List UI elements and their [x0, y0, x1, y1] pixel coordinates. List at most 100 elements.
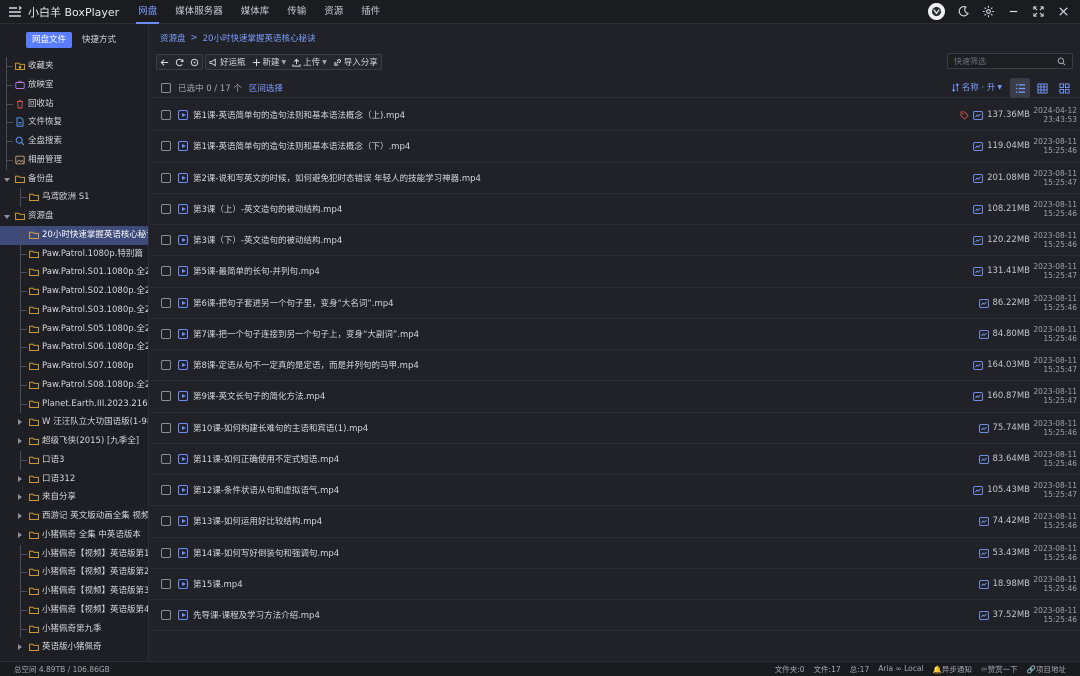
file-row[interactable]: 第7课-把一个句子连接到另一个句子上，变身“大副词”.mp4 84.80MB 202…	[150, 319, 1080, 350]
subtitle-icon[interactable]	[978, 611, 989, 620]
download-engine[interactable]: Aria ∞ Local	[878, 664, 923, 675]
sidebar-tree-item[interactable]: Paw.Patrol.S07.1080p	[0, 357, 148, 376]
sidebar-tree-item[interactable]: 小猪佩奇【视频】英语版第3季	[0, 582, 148, 601]
filter-input[interactable]	[954, 56, 1054, 66]
subtitle-icon[interactable]	[973, 173, 983, 183]
sidebar-tree-item[interactable]: 放映室	[0, 75, 148, 95]
tab-shortcuts[interactable]: 快捷方式	[76, 32, 122, 48]
grid-view-button[interactable]	[1032, 78, 1052, 98]
sidebar-tree-item[interactable]: Paw.Patrol.S03.1080p.全26集	[0, 300, 148, 320]
chevron-right-icon[interactable]	[18, 494, 22, 501]
row-checkbox[interactable]	[161, 547, 171, 558]
subtitle-icon[interactable]	[978, 423, 989, 433]
moon-icon[interactable]	[952, 1, 974, 23]
subtitle-icon[interactable]	[973, 204, 983, 214]
sidebar-tree-item[interactable]: 小猪佩奇【视频】英语版第2季	[0, 563, 148, 582]
subtitle-icon[interactable]	[973, 111, 983, 120]
file-row[interactable]: 第1课-英语简单句的造句法则和基本语法概念（上).mp4 137.36MB 2024…	[150, 100, 1080, 132]
row-checkbox[interactable]	[161, 328, 171, 339]
thumbnail-view-button[interactable]	[1054, 78, 1074, 98]
file-row[interactable]: 第3课（下）-英文造句的被动结构.mp4 120.22MB 2023-08-11 15…	[150, 225, 1080, 257]
breadcrumb-root[interactable]: 资源盘	[160, 32, 186, 44]
sidebar-tree-item[interactable]: Paw.Patrol.S02.1080p.全26集	[0, 282, 148, 301]
menu-toggle-icon[interactable]	[4, 0, 26, 24]
locate-button[interactable]	[187, 55, 202, 69]
subtitle-icon[interactable]	[973, 236, 983, 245]
subtitle-icon[interactable]	[978, 329, 989, 339]
chevron-right-icon[interactable]	[18, 531, 22, 538]
nav-item[interactable]: 资源	[315, 0, 352, 24]
row-checkbox[interactable]	[161, 391, 171, 402]
tag-icon[interactable]	[960, 111, 969, 120]
file-row[interactable]: 第6课-把句子套进另一个句子里，变身“大名词”.mp4 86.22MB 2023-0…	[150, 288, 1080, 319]
sidebar-tree-item[interactable]: 资源盘	[0, 207, 148, 226]
close-icon[interactable]	[1052, 1, 1074, 23]
subtitle-icon[interactable]	[973, 361, 983, 370]
sidebar-tree-item[interactable]: 口语3	[0, 450, 148, 470]
file-row[interactable]: 第5课-最简单的长句-并列句.mp4 131.41MB 2023-08-11 15:2…	[150, 256, 1080, 288]
chevron-down-icon[interactable]	[4, 177, 10, 182]
tab-drive-files[interactable]: 网盘文件	[25, 32, 72, 48]
row-checkbox[interactable]	[161, 422, 171, 433]
file-row[interactable]: 第11课-如何正确使用不定式短语.mp4 83.64MB 2023-08-11 15:…	[150, 444, 1080, 475]
row-checkbox[interactable]	[161, 235, 171, 246]
sidebar-tree-item[interactable]: 来自分享	[0, 488, 148, 507]
sidebar-tree-item[interactable]: 乌鸢欧洲 S1	[0, 188, 148, 207]
breadcrumb-current[interactable]: 20小时快速掌握英语核心秘诀	[203, 32, 316, 44]
sidebar-tree-item[interactable]: Paw.Patrol.S06.1080p.全26集	[0, 338, 148, 357]
subtitle-icon[interactable]	[978, 298, 989, 308]
row-checkbox[interactable]	[161, 266, 171, 277]
nav-item[interactable]: 媒体库	[232, 0, 279, 24]
subtitle-icon[interactable]	[978, 517, 989, 527]
upload-button[interactable]: 上传 ▼	[289, 55, 330, 69]
minimize-icon[interactable]	[1002, 1, 1024, 23]
file-row[interactable]: 第10课-如何构建长难句的主语和宾语(1).mp4 75.74MB 2023-08-…	[150, 413, 1080, 444]
row-checkbox[interactable]	[161, 516, 171, 527]
row-checkbox[interactable]	[161, 203, 171, 214]
file-row[interactable]: 第12课-条件状语从句和虚拟语气.mp4 105.43MB 2023-08-11 15…	[150, 475, 1080, 507]
subtitle-icon[interactable]	[973, 486, 983, 495]
file-row[interactable]: 第1课-英语简单句的造句法则和基本语法概念（下）.mp4 119.04MB 2023…	[150, 131, 1080, 163]
avatar[interactable]	[928, 3, 945, 20]
sidebar-tree-item[interactable]: Paw.Patrol.S05.1080p.全26集	[0, 319, 148, 339]
file-row[interactable]: 第3课（上）-英文造句的被动结构.mp4 108.21MB 2023-08-11 15…	[150, 194, 1080, 225]
new-button[interactable]: 新建 ▼	[249, 55, 290, 69]
sidebar-tree-item[interactable]: 英语版小猪佩奇	[0, 638, 148, 657]
sidebar-tree-item[interactable]: 口语312	[0, 470, 148, 489]
sidebar-tree-item[interactable]: 收藏夹	[0, 57, 148, 76]
subtitle-icon[interactable]	[978, 454, 989, 464]
subtitle-icon[interactable]	[973, 267, 983, 277]
nav-item[interactable]: 传输	[278, 0, 315, 24]
back-button[interactable]	[157, 55, 172, 69]
list-view-button[interactable]	[1010, 78, 1030, 98]
chevron-right-icon[interactable]	[18, 475, 22, 482]
sidebar-tree-item[interactable]: 小猪佩奇【视频】英语版第4季	[0, 600, 148, 620]
sidebar-tree-item[interactable]: W 汪汪队立大功国语版(1-9季)	[0, 413, 148, 432]
file-row[interactable]: 第2课-说和写英文的时候，如何避免犯时态错误 年轻人的技能学习神器.mp4 201…	[150, 163, 1080, 194]
sidebar-tree-item[interactable]: 小猪佩奇第九季	[0, 619, 148, 639]
sidebar-tree-item[interactable]: 西游记 英文版动画全集 视频	[0, 507, 148, 526]
sidebar-tree-item[interactable]: Paw.Patrol.S01.1080p.全26集	[0, 263, 148, 282]
row-checkbox[interactable]	[161, 578, 171, 589]
nav-item[interactable]: 网盘	[129, 0, 166, 24]
refresh-button[interactable]	[172, 55, 187, 69]
sidebar-tree-item[interactable]: 超级飞侠(2015) [九季全]	[0, 432, 148, 451]
sidebar-tree-item[interactable]: Paw.Patrol.1080p.特别篇	[0, 244, 148, 264]
sidebar-tree-item[interactable]: 20小时快速掌握英语核心秘诀	[0, 225, 148, 245]
file-row[interactable]: 第8课-定语从句不一定真的是定语，而是并列句的马甲.mp4 164.03MB 202…	[150, 350, 1080, 382]
nav-item[interactable]: 媒体服务器	[166, 0, 232, 24]
nav-item[interactable]: 插件	[352, 0, 389, 24]
sort-button[interactable]: 名称 · 升 ▼	[951, 81, 1002, 93]
sidebar-tree-item[interactable]: 小猪佩奇【视频】英语版第1季	[0, 544, 148, 564]
file-row[interactable]: 第14课-如何写好倒装句和强调句.mp4 53.43MB 2023-08-11 15:…	[150, 538, 1080, 569]
file-row[interactable]: 第9课-英文长句子的简化方法.mp4 160.87MB 2023-08-11 15:2…	[150, 381, 1080, 413]
row-checkbox[interactable]	[161, 485, 171, 496]
sidebar-tree-item[interactable]: 相册管理	[0, 150, 148, 170]
sidebar-tree-item[interactable]: 全盘搜索	[0, 132, 148, 151]
sidebar-tree-item[interactable]: 文件恢复	[0, 113, 148, 132]
chevron-down-icon[interactable]	[4, 215, 10, 219]
maximize-icon[interactable]	[1027, 1, 1049, 23]
search-icon[interactable]	[1057, 57, 1066, 66]
chevron-right-icon[interactable]	[18, 419, 22, 426]
row-checkbox[interactable]	[161, 297, 171, 308]
